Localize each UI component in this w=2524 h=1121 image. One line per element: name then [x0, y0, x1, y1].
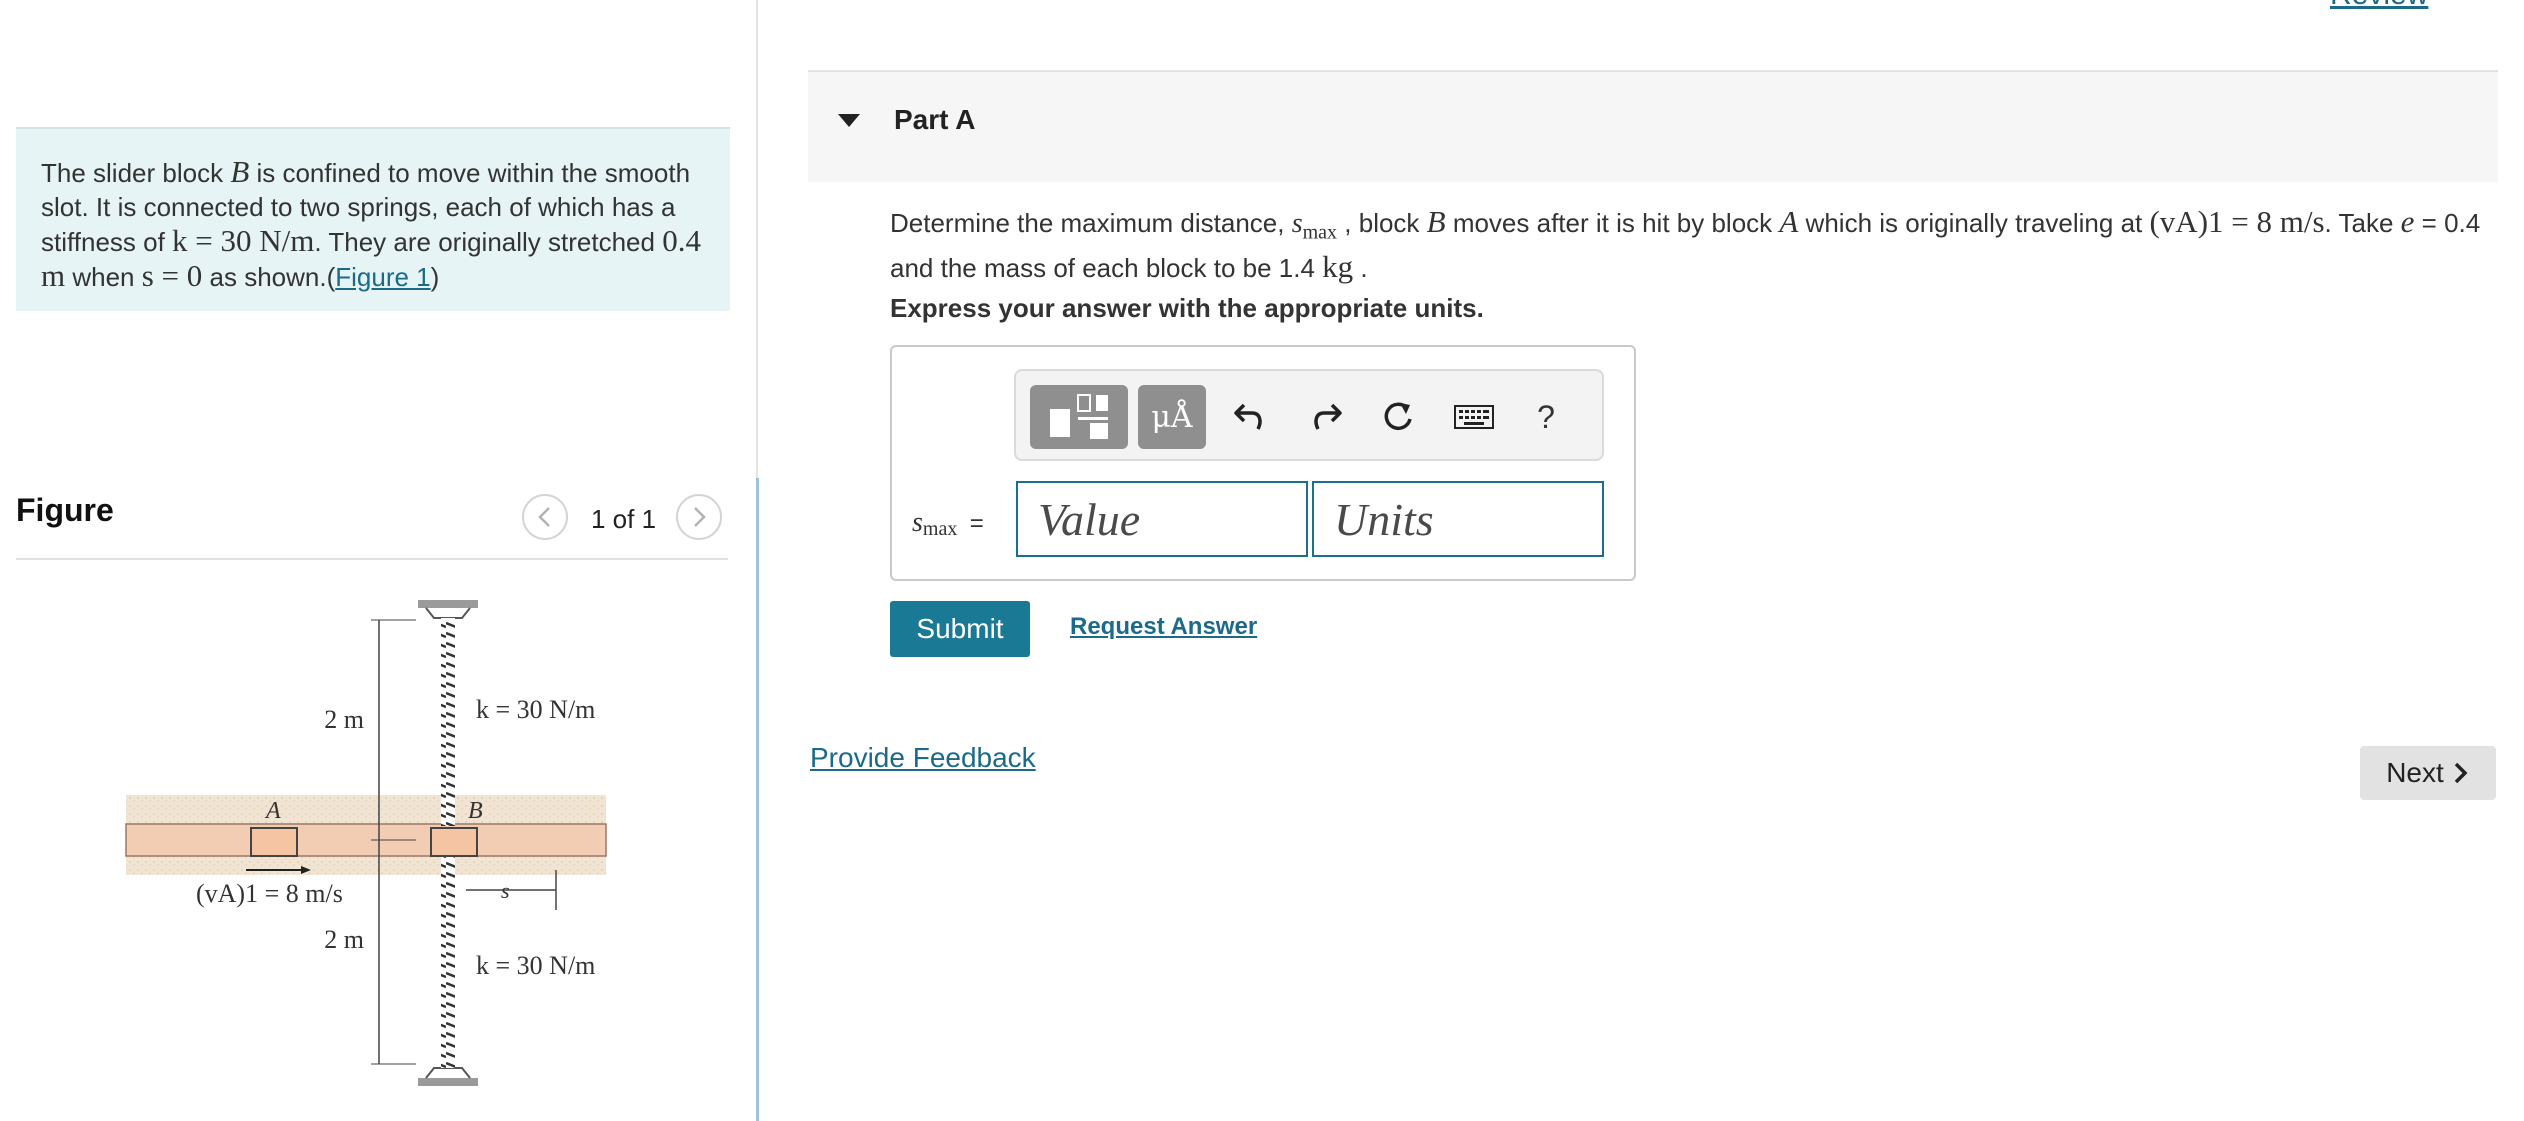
- problem-math-s: s = 0: [141, 258, 203, 293]
- answer-var-sub: max: [922, 518, 958, 541]
- label-k-top: k = 30 N/m: [476, 695, 595, 724]
- undo-icon: [1234, 403, 1262, 430]
- problem-text-6: ): [430, 262, 440, 292]
- left-panel: The slider block B is confined to move w…: [0, 0, 756, 1121]
- figure-title: Figure: [16, 492, 114, 528]
- next-label: Next: [2386, 757, 2444, 788]
- figure-header: Figure 1 of 1: [16, 488, 728, 560]
- problem-text-1: The slider block: [41, 158, 231, 188]
- label-block-a: A: [264, 798, 281, 824]
- label-dist-bottom: 2 m: [324, 925, 364, 954]
- panel-divider-accent: [756, 478, 759, 1121]
- label-dist-top: 2 m: [324, 705, 364, 734]
- question-math-v: (vA)1 = 8 m/s: [2149, 204, 2325, 239]
- answer-var: s: [912, 507, 923, 538]
- top-support: [418, 600, 478, 608]
- math-toolbar: μÅ ?: [1014, 369, 1604, 461]
- question-var-smax: smax: [1291, 208, 1338, 244]
- part-title: Part A: [894, 104, 976, 135]
- question-var-a: A: [1779, 204, 1799, 239]
- figure-link[interactable]: Figure 1: [335, 262, 430, 292]
- question-text-5: . Take: [2324, 208, 2401, 238]
- request-answer-link[interactable]: Request Answer: [1070, 613, 1257, 641]
- label-s: s: [501, 878, 510, 903]
- question-text-3: moves after it is hit by block: [1445, 208, 1780, 238]
- label-velocity: (vA)1 = 8 m/s: [196, 879, 343, 908]
- templates-button[interactable]: [1030, 385, 1128, 449]
- question-text-7: .: [1353, 252, 1368, 283]
- reset-button[interactable]: [1372, 391, 1424, 443]
- keyboard-icon: [1454, 405, 1494, 429]
- next-button[interactable]: Next: [2360, 746, 2496, 800]
- smax-subscript: max: [1302, 221, 1338, 244]
- figure-next-button[interactable]: [676, 494, 722, 540]
- question-text: Determine the maximum distance, smax , b…: [890, 205, 2490, 285]
- undo-button[interactable]: [1224, 391, 1276, 443]
- units-button[interactable]: μÅ: [1138, 385, 1206, 449]
- caret-down-icon: [838, 114, 860, 127]
- question-math-kg: kg: [1322, 248, 1354, 284]
- question-text-2: , block: [1337, 208, 1427, 238]
- problem-text-4: when: [65, 262, 142, 292]
- chevron-right-icon: [2454, 762, 2468, 784]
- submit-button[interactable]: Submit: [890, 601, 1030, 657]
- figure-prev-button[interactable]: [522, 494, 568, 540]
- spring-bottom: [441, 856, 455, 1068]
- problem-text-3: . They are originally stretched: [314, 227, 663, 257]
- answer-box: μÅ ? smax = Value Units: [890, 345, 1636, 581]
- question-text-4: which is originally traveling at: [1798, 208, 2150, 238]
- label-k-bottom: k = 30 N/m: [476, 951, 595, 980]
- problem-text-5: as shown.(: [202, 262, 336, 292]
- figure-diagram: 2 m 2 m k = 30 N/m k = 30 N/m A B (vA)1 …: [125, 600, 607, 1086]
- label-block-b: B: [468, 798, 483, 824]
- redo-button[interactable]: [1300, 391, 1352, 443]
- instruction: Express your answer with the appropriate…: [890, 293, 1484, 323]
- value-input[interactable]: [1016, 481, 1308, 557]
- help-button[interactable]: ?: [1520, 391, 1572, 443]
- problem-statement: The slider block B is confined to move w…: [16, 127, 730, 311]
- bottom-support: [418, 1078, 478, 1086]
- problem-var-b: B: [230, 154, 250, 189]
- block-b: [430, 827, 478, 857]
- review-link[interactable]: Review: [2330, 0, 2428, 12]
- provide-feedback-link[interactable]: Provide Feedback: [810, 742, 1036, 774]
- chevron-left-icon: [538, 507, 550, 527]
- block-a: [250, 827, 298, 857]
- answer-equals: =: [969, 510, 984, 537]
- units-input[interactable]: [1312, 481, 1604, 557]
- answer-variable-label: smax =: [912, 507, 984, 541]
- reset-icon: [1384, 402, 1412, 431]
- redo-icon: [1314, 403, 1342, 430]
- templates-icon: [1050, 394, 1108, 439]
- keyboard-button[interactable]: [1448, 391, 1500, 443]
- question-var-b: B: [1426, 204, 1446, 239]
- part-a-header[interactable]: Part A: [808, 70, 2498, 182]
- question-text-1: Determine the maximum distance,: [890, 208, 1292, 238]
- chevron-right-icon: [694, 507, 706, 527]
- slot: [125, 823, 607, 857]
- question-math-e: e: [2400, 204, 2415, 239]
- problem-math-k: k = 30 N/m: [172, 223, 315, 258]
- spring-top: [441, 618, 455, 826]
- figure-pager: 1 of 1: [591, 504, 657, 534]
